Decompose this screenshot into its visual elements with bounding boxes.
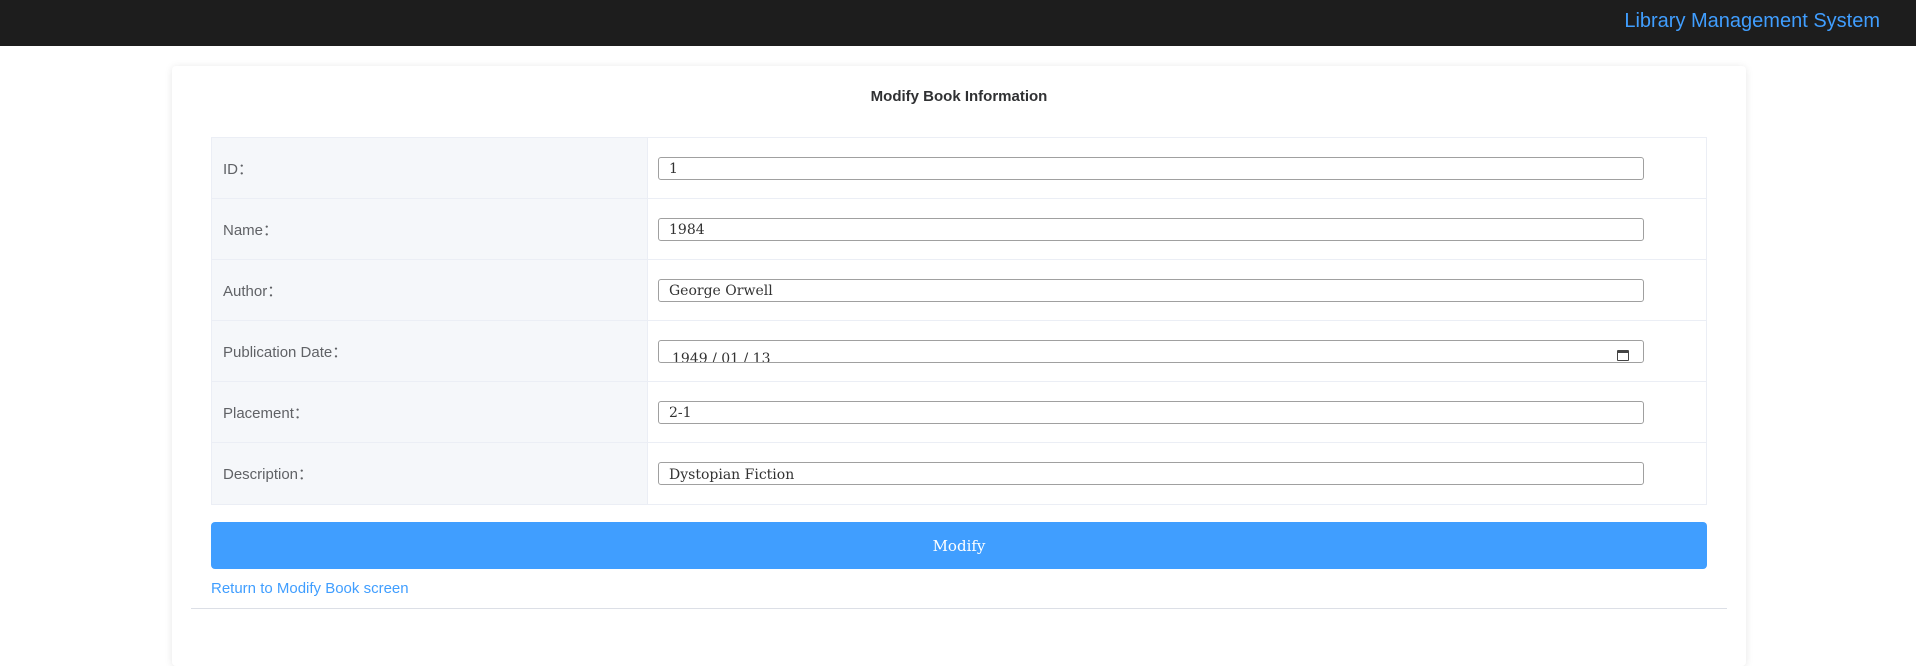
form-row-name: Name： (212, 199, 1706, 260)
book-form-table: ID： Name： Author： Publication Date： 1949… (211, 137, 1707, 505)
modify-book-card: Modify Book Information ID： Name： Author… (172, 66, 1746, 666)
name-input[interactable] (658, 217, 1644, 241)
publication-date-input[interactable]: 1949 / 01 / 13 (658, 339, 1644, 363)
form-row-placement: Placement： (212, 382, 1706, 443)
author-input[interactable] (658, 278, 1644, 302)
id-label: ID： (212, 138, 648, 198)
publication-date-label: Publication Date： (212, 321, 648, 381)
form-row-author: Author： (212, 260, 1706, 321)
description-label: Description： (212, 443, 648, 504)
publication-date-value: 1949 / 01 / 13 (672, 350, 771, 363)
name-label: Name： (212, 199, 648, 259)
form-row-id: ID： (212, 138, 1706, 199)
app-title[interactable]: Library Management System (1624, 10, 1880, 33)
form-row-publication-date: Publication Date： 1949 / 01 / 13 (212, 321, 1706, 382)
form-row-description: Description： (212, 443, 1706, 504)
placement-input[interactable] (658, 400, 1644, 424)
calendar-icon[interactable] (1617, 349, 1629, 361)
description-input[interactable] (658, 462, 1644, 485)
placement-label: Placement： (212, 382, 648, 442)
divider (191, 608, 1727, 609)
modify-button[interactable]: Modify (211, 522, 1707, 569)
author-label: Author： (212, 260, 648, 320)
top-navbar: Library Management System (0, 0, 1916, 46)
id-input[interactable] (658, 156, 1644, 180)
page-title: Modify Book Information (870, 88, 1048, 105)
return-to-modify-book-link[interactable]: Return to Modify Book screen (211, 580, 409, 597)
